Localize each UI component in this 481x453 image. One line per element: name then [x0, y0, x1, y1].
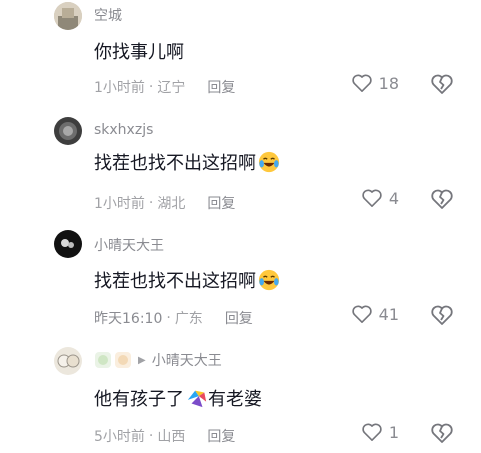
- broken-heart-icon: [431, 74, 453, 94]
- comment-text-continued: 有老婆: [208, 389, 262, 410]
- comment-time: 1小时前: [94, 196, 145, 212]
- reply-arrow-icon: ▶: [138, 354, 146, 366]
- like-button[interactable]: 1: [361, 422, 399, 442]
- reply-button[interactable]: 回复: [207, 193, 235, 213]
- dislike-button[interactable]: [430, 304, 454, 330]
- avatar[interactable]: [54, 2, 82, 30]
- broken-heart-icon: [431, 305, 453, 325]
- broken-heart-icon: [431, 423, 453, 443]
- comment-meta: 1小时前 · 辽宁 回复: [94, 77, 235, 97]
- reply-header: ▶ 小晴天大王: [94, 350, 222, 370]
- avatar-image: [54, 347, 82, 375]
- comment-time: 5小时前: [94, 429, 145, 445]
- like-count: 18: [378, 73, 399, 93]
- reply-button[interactable]: 回复: [225, 308, 253, 328]
- avatar[interactable]: [54, 117, 82, 145]
- comment-location: 山西: [157, 429, 186, 445]
- comment-text: 找茬也找不出这招啊: [94, 153, 256, 174]
- dislike-button[interactable]: [430, 188, 454, 214]
- comment-location: 辽宁: [157, 80, 186, 96]
- comment-text-row: 找茬也找不出这招啊: [94, 267, 280, 293]
- like-count: 4: [388, 188, 399, 208]
- colorful-sticker-emoji: [187, 390, 207, 408]
- username[interactable]: skxhxzjs: [94, 122, 153, 138]
- meta-separator: ·: [166, 310, 171, 326]
- comment-text-row: 找茬也找不出这招啊: [94, 149, 280, 175]
- comment-item: 小晴天大王 找茬也找不出这招啊 昨天16:10 · 广东 回复 41: [0, 228, 481, 340]
- comment-time: 昨天16:10: [94, 311, 163, 327]
- meta-separator: ·: [148, 195, 154, 211]
- avatar[interactable]: [54, 230, 82, 258]
- meta-separator: ·: [148, 79, 154, 95]
- heart-icon: [362, 189, 382, 207]
- username[interactable]: 空城: [94, 5, 122, 25]
- crying-laughing-emoji: [258, 269, 280, 291]
- like-count: 41: [378, 304, 399, 324]
- reply-comment-item: ▶ 小晴天大王 他有孩子了 有老婆 5小时前 · 山西 回复 1: [0, 342, 481, 453]
- comment-item: skxhxzjs 找茬也找不出这招啊 1小时前 · 湖北 回复 4: [0, 112, 481, 227]
- comment-text: 他有孩子了: [94, 389, 184, 410]
- dislike-button[interactable]: [430, 422, 454, 448]
- like-button[interactable]: 4: [361, 188, 399, 208]
- comment-time: 1小时前: [94, 80, 145, 96]
- comment-location: 湖北: [157, 196, 186, 212]
- meta-separator: ·: [148, 428, 154, 444]
- comment-meta: 5小时前 · 山西 回复: [94, 426, 235, 446]
- comment-meta: 1小时前 · 湖北 回复: [94, 193, 235, 213]
- comment-meta: 昨天16:10 · 广东 回复: [94, 308, 253, 328]
- heart-icon: [351, 74, 372, 92]
- crying-laughing-emoji: [258, 151, 280, 173]
- comment-text: 找茬也找不出这招啊: [94, 271, 256, 292]
- avatar[interactable]: [54, 347, 82, 375]
- heart-icon: [362, 423, 382, 441]
- like-button[interactable]: 18: [351, 73, 399, 93]
- comment-text: 你找事儿啊: [94, 42, 184, 63]
- dislike-button[interactable]: [430, 73, 454, 99]
- like-count: 1: [388, 422, 399, 442]
- comment-item: 空城 你找事儿啊 1小时前 · 辽宁 回复 18: [0, 0, 481, 110]
- avatar-image: [54, 230, 82, 258]
- reply-button[interactable]: 回复: [207, 426, 235, 446]
- broken-heart-icon: [431, 189, 453, 209]
- like-button[interactable]: 41: [351, 304, 399, 324]
- heart-icon: [351, 305, 372, 323]
- reply-target-username[interactable]: 小晴天大王: [152, 350, 222, 370]
- comment-location: 广东: [174, 311, 203, 327]
- avatar-image: [54, 117, 82, 145]
- reply-button[interactable]: 回复: [207, 77, 235, 97]
- sticker-username-icon: [95, 352, 131, 368]
- username[interactable]: 小晴天大王: [94, 235, 164, 255]
- comment-text-row: 他有孩子了 有老婆: [94, 385, 262, 411]
- avatar-image: [54, 2, 82, 30]
